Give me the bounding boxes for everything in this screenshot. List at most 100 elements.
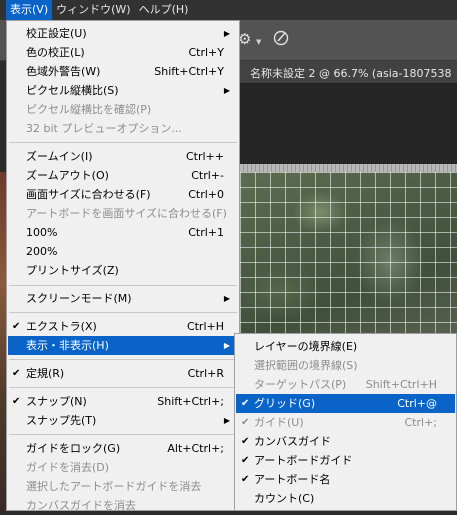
checkmark-icon: ✔: [12, 321, 21, 332]
menu-item-shortcut: Ctrl++: [185, 150, 224, 163]
menu-item-label: カンバスガイドを消去: [26, 499, 136, 512]
brush-icon[interactable]: [272, 29, 292, 49]
menu-item-fit-on-screen[interactable]: 画面サイズに合わせる(F) Ctrl+0: [8, 185, 238, 204]
menu-item-proof-colors[interactable]: 色の校正(L) Ctrl+Y: [8, 43, 238, 62]
menu-item-100-percent[interactable]: 100% Ctrl+1: [8, 223, 238, 242]
menu-item-label: ズームアウト(O): [26, 169, 109, 182]
menu-item-proof-setup[interactable]: 校正設定(U) ▶: [8, 24, 238, 43]
gear-icon[interactable]: ⚙: [238, 30, 256, 48]
menu-item-pixel-aspect-correction[interactable]: ピクセル縦横比を確認(P): [8, 100, 238, 119]
menu-item-snap-to[interactable]: スナップ先(T) ▶: [8, 411, 238, 430]
menu-item-rulers[interactable]: ✔ 定規(R) Ctrl+R: [8, 364, 238, 383]
checkmark-icon: ✔: [241, 455, 250, 466]
menu-item-label: 色域外警告(W): [26, 65, 101, 78]
menu-item-label: ガイドを消去(D): [26, 461, 110, 474]
menu-item-screen-mode[interactable]: スクリーンモード(M) ▶: [8, 289, 238, 308]
menu-item-label: ターゲットパス(P): [254, 378, 347, 391]
menu-item-label: 画面サイズに合わせる(F): [26, 188, 151, 201]
menu-separator: [9, 142, 237, 143]
menu-item-shortcut: Shift+Ctrl+H: [365, 378, 437, 391]
submenu-item-artboard-names[interactable]: ✔ アートボード名: [236, 470, 455, 489]
menu-separator: [9, 312, 237, 313]
menu-item-shortcut: Ctrl+-: [191, 169, 224, 182]
menu-item-label: グリッド(G): [254, 397, 316, 410]
menu-item-32bit-preview[interactable]: 32 bit プレビューオプション...: [8, 119, 238, 138]
menu-item-shortcut: Ctrl+1: [188, 226, 224, 239]
document-title: 名称未設定 2 @ 66.7% (asia-1807538: [250, 67, 452, 80]
menu-item-label: レイヤーの境界線(E): [254, 340, 358, 353]
menu-item-pixel-aspect[interactable]: ピクセル縦横比(S) ▶: [8, 81, 238, 100]
menu-item-clear-guides[interactable]: ガイドを消去(D): [8, 458, 238, 477]
menu-item-clear-canvas-guides[interactable]: カンバスガイドを消去: [8, 496, 238, 515]
menu-bar: 表示(V) ウィンドウ(W) ヘルプ(H): [0, 0, 457, 20]
submenu-item-grid[interactable]: ✔ グリッド(G) Ctrl+@: [236, 394, 455, 413]
submenu-item-target-path[interactable]: ターゲットパス(P) Shift+Ctrl+H: [236, 375, 455, 394]
menu-separator: [9, 285, 237, 286]
menu-item-label: スナップ先(T): [26, 414, 97, 427]
menu-item-print-size[interactable]: プリントサイズ(Z): [8, 261, 238, 280]
checkmark-icon: ✔: [241, 474, 250, 485]
menu-separator: [9, 387, 237, 388]
triangle-right-icon: ▶: [223, 86, 230, 95]
submenu-item-canvas-guides[interactable]: ✔ カンバスガイド: [236, 432, 455, 451]
menu-item-label: 32 bit プレビューオプション...: [26, 122, 182, 135]
submenu-item-artboard-guides[interactable]: ✔ アートボードガイド: [236, 451, 455, 470]
menu-item-label: 選択したアートボードガイドを消去: [26, 480, 202, 493]
checkmark-icon: ✔: [12, 396, 21, 407]
triangle-right-icon: ▶: [223, 29, 230, 38]
menu-item-label: ガイドをロック(G): [26, 442, 121, 455]
menu-item-extras[interactable]: ✔ エクストラ(X) Ctrl+H: [8, 317, 238, 336]
menu-item-label: 校正設定(U): [26, 27, 87, 40]
menu-item-zoom-in[interactable]: ズームイン(I) Ctrl++: [8, 147, 238, 166]
triangle-right-icon: ▶: [223, 294, 230, 303]
menu-item-label: スナップ(N): [26, 395, 87, 408]
menu-item-label: 定規(R): [26, 367, 65, 380]
menu-item-200-percent[interactable]: 200%: [8, 242, 238, 261]
menu-window[interactable]: ウィンドウ(W): [52, 0, 134, 20]
menu-item-label: ズームイン(I): [26, 150, 93, 163]
menu-item-label: スクリーンモード(M): [26, 292, 132, 305]
menu-item-label: カウント(C): [254, 492, 315, 505]
menu-item-gamut-warning[interactable]: 色域外警告(W) Shift+Ctrl+Y: [8, 62, 238, 81]
horizontal-ruler: [240, 164, 457, 172]
submenu-item-count[interactable]: カウント(C): [236, 489, 455, 508]
submenu-item-guides[interactable]: ✔ ガイド(U) Ctrl+;: [236, 413, 455, 432]
menu-item-label: エクストラ(X): [26, 320, 97, 333]
menu-item-label: アートボード名: [254, 473, 331, 486]
menu-item-label: ピクセル縦横比(S): [26, 84, 119, 97]
menu-item-shortcut: Ctrl+Y: [188, 46, 224, 59]
menu-item-label: アートボードガイド: [254, 454, 353, 467]
menu-item-label: ガイド(U): [254, 416, 304, 429]
menu-item-label: ピクセル縦横比を確認(P): [26, 103, 152, 116]
checkmark-icon: ✔: [12, 368, 21, 379]
menu-item-shortcut: Ctrl+@: [397, 397, 437, 410]
document-tab[interactable]: 名称未設定 2 @ 66.7% (asia-1807538: [240, 61, 457, 84]
menu-item-label: 選択範囲の境界線(S): [254, 359, 358, 372]
menu-item-shortcut: Shift+Ctrl+;: [157, 395, 224, 408]
menu-item-label: アートボードを画面サイズに合わせる(F): [26, 207, 227, 220]
menu-separator: [9, 359, 237, 360]
menu-item-fit-artboard[interactable]: アートボードを画面サイズに合わせる(F): [8, 204, 238, 223]
show-submenu: レイヤーの境界線(E) 選択範囲の境界線(S) ターゲットパス(P) Shift…: [234, 333, 457, 511]
menu-item-shortcut: Ctrl+H: [186, 320, 224, 333]
submenu-item-layer-edges[interactable]: レイヤーの境界線(E): [236, 337, 455, 356]
menu-view[interactable]: 表示(V): [6, 0, 53, 20]
menu-item-label: 200%: [26, 245, 58, 258]
view-menu: 校正設定(U) ▶ 色の校正(L) Ctrl+Y 色域外警告(W) Shift+…: [6, 20, 240, 512]
menu-item-label: カンバスガイド: [254, 435, 331, 448]
menu-item-shortcut: Shift+Ctrl+Y: [154, 65, 224, 78]
menu-item-lock-guides[interactable]: ガイドをロック(G) Alt+Ctrl+;: [8, 439, 238, 458]
chevron-down-icon[interactable]: ▼: [256, 38, 261, 46]
submenu-item-selection-edges[interactable]: 選択範囲の境界線(S): [236, 356, 455, 375]
menu-item-label: 100%: [26, 226, 58, 239]
menu-item-label: 色の校正(L): [26, 46, 85, 59]
triangle-right-icon: ▶: [223, 416, 230, 425]
menu-item-snap[interactable]: ✔ スナップ(N) Shift+Ctrl+;: [8, 392, 238, 411]
menu-help[interactable]: ヘルプ(H): [135, 0, 193, 20]
menu-item-shortcut: Alt+Ctrl+;: [167, 442, 224, 455]
menu-item-show[interactable]: 表示・非表示(H) ▶: [8, 336, 238, 355]
menu-item-shortcut: Ctrl+R: [187, 367, 224, 380]
menu-item-clear-artboard-guides[interactable]: 選択したアートボードガイドを消去: [8, 477, 238, 496]
checkmark-icon: ✔: [241, 436, 250, 447]
menu-item-zoom-out[interactable]: ズームアウト(O) Ctrl+-: [8, 166, 238, 185]
